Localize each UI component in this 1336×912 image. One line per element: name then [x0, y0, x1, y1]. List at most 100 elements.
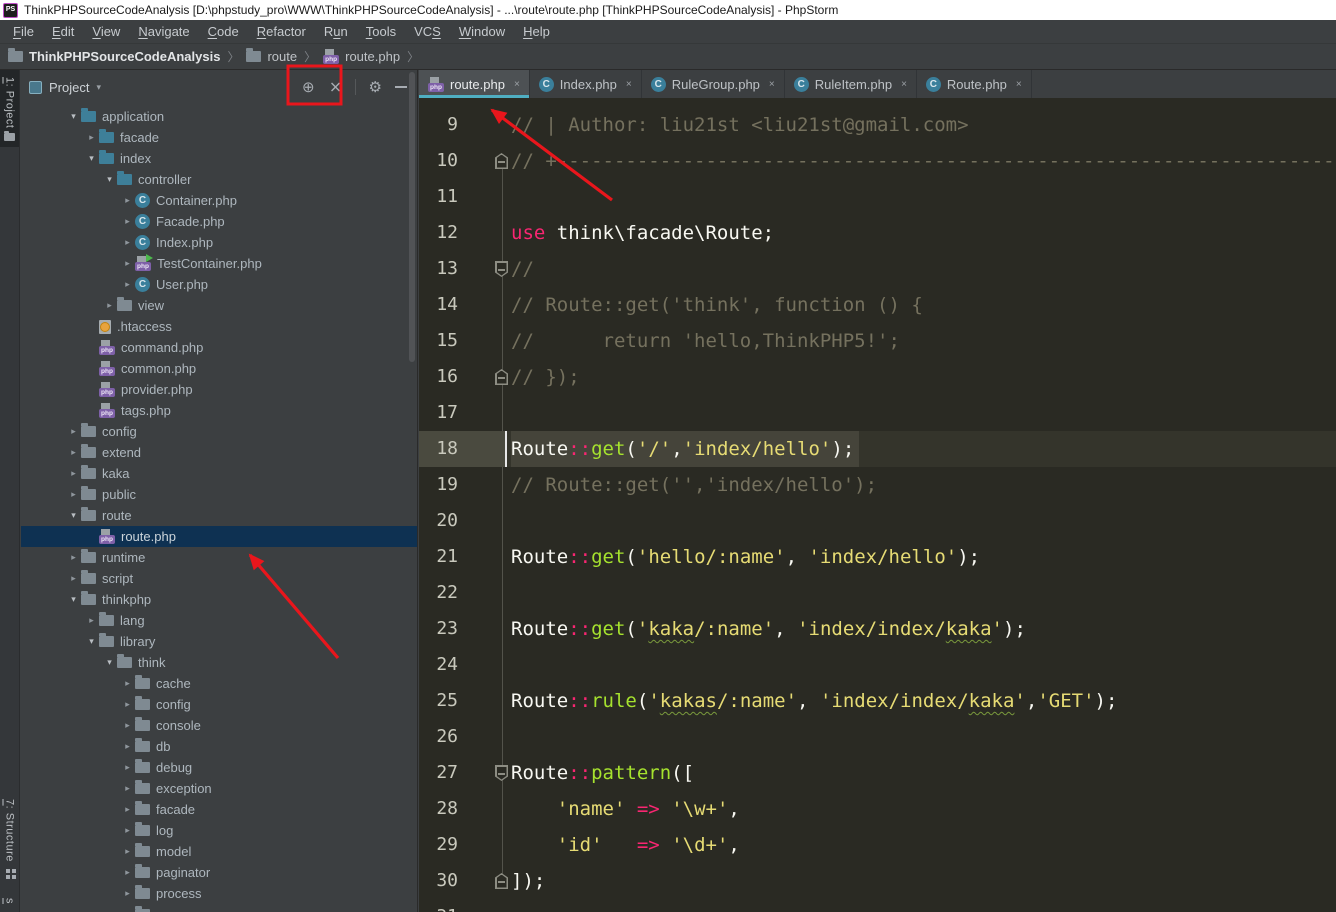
- collapsed-arrow-icon[interactable]: ▸: [120, 888, 135, 899]
- code-line-24[interactable]: 24: [419, 647, 1336, 683]
- expanded-arrow-icon[interactable]: ▾: [66, 510, 81, 521]
- tree-item-container-php[interactable]: ▸CContainer.php: [21, 190, 417, 211]
- code-line-13[interactable]: 13//: [419, 251, 1336, 287]
- code-area[interactable]: 9// | Author: liu21st <liu21st@gmail.com…: [419, 98, 1336, 912]
- collapsed-arrow-icon[interactable]: ▸: [120, 741, 135, 752]
- breadcrumb-item-route.php[interactable]: phproute.php: [323, 49, 400, 64]
- tree-item-testcontainer-php[interactable]: ▸phpTestContainer.php: [21, 253, 417, 274]
- project-panel-title[interactable]: Project: [49, 80, 89, 95]
- settings-icon[interactable]: ⚙: [369, 80, 382, 95]
- collapsed-arrow-icon[interactable]: ▸: [120, 258, 135, 269]
- menu-view[interactable]: View: [83, 20, 129, 44]
- editor-tab-rulegroup.php[interactable]: CRuleGroup.php×: [642, 70, 785, 98]
- line-number[interactable]: 23: [419, 611, 458, 647]
- line-number[interactable]: 18: [419, 431, 505, 467]
- fold-marker-icon[interactable]: [495, 261, 508, 277]
- tree-item-config[interactable]: ▸config: [21, 694, 417, 715]
- line-number[interactable]: 14: [419, 287, 458, 323]
- code-line-31[interactable]: 31: [419, 899, 1336, 912]
- tree-item-script[interactable]: ▸script: [21, 568, 417, 589]
- code-line-30[interactable]: 30]);: [419, 863, 1336, 899]
- collapse-all-icon[interactable]: [328, 80, 342, 94]
- close-tab-icon[interactable]: ×: [769, 79, 775, 90]
- tree-item-paginator[interactable]: ▸paginator: [21, 862, 417, 883]
- menu-code[interactable]: Code: [199, 20, 248, 44]
- collapsed-arrow-icon[interactable]: ▸: [120, 720, 135, 731]
- tree-item-tags-php[interactable]: phptags.php: [21, 400, 417, 421]
- collapsed-arrow-icon[interactable]: ▸: [120, 195, 135, 206]
- tree-item-debug[interactable]: ▸debug: [21, 757, 417, 778]
- menu-refactor[interactable]: Refactor: [248, 20, 315, 44]
- code-line-10[interactable]: 10// +----------------------------------…: [419, 143, 1336, 179]
- tree-item-index-php[interactable]: ▸CIndex.php: [21, 232, 417, 253]
- code-line-16[interactable]: 16// });: [419, 359, 1336, 395]
- collapsed-arrow-icon[interactable]: ▸: [120, 825, 135, 836]
- collapsed-arrow-icon[interactable]: ▸: [120, 678, 135, 689]
- expanded-arrow-icon[interactable]: ▾: [84, 636, 99, 647]
- line-number[interactable]: 13: [419, 251, 458, 287]
- line-number[interactable]: 17: [419, 395, 458, 431]
- code-line-29[interactable]: 29 'id' => '\d+',: [419, 827, 1336, 863]
- close-tab-icon[interactable]: ×: [1016, 79, 1022, 90]
- code-line-28[interactable]: 28 'name' => '\w+',: [419, 791, 1336, 827]
- tree-item-runtime[interactable]: ▸runtime: [21, 547, 417, 568]
- collapsed-arrow-icon[interactable]: ▸: [66, 426, 81, 437]
- tree-item-view[interactable]: ▸view: [21, 295, 417, 316]
- line-number[interactable]: 31: [419, 899, 458, 912]
- tree-item-kaka[interactable]: ▸kaka: [21, 463, 417, 484]
- tree-item-model[interactable]: ▸model: [21, 841, 417, 862]
- collapsed-arrow-icon[interactable]: ▸: [66, 447, 81, 458]
- close-tab-icon[interactable]: ×: [901, 79, 907, 90]
- collapsed-arrow-icon[interactable]: ▸: [120, 783, 135, 794]
- line-number[interactable]: 9: [419, 107, 458, 143]
- code-line-19[interactable]: 19// Route::get('','index/hello');: [419, 467, 1336, 503]
- editor-tab-route.php[interactable]: CRoute.php×: [917, 70, 1032, 98]
- collapsed-arrow-icon[interactable]: ▸: [120, 237, 135, 248]
- editor-tab-index.php[interactable]: CIndex.php×: [530, 70, 642, 98]
- code-line-9[interactable]: 9// | Author: liu21st <liu21st@gmail.com…: [419, 107, 1336, 143]
- tree-item-provider-php[interactable]: phpprovider.php: [21, 379, 417, 400]
- fold-marker-icon[interactable]: [495, 153, 508, 169]
- code-line-23[interactable]: 23Route::get('kaka/:name', 'index/index/…: [419, 611, 1336, 647]
- line-number[interactable]: 12: [419, 215, 458, 251]
- breadcrumb-item-route[interactable]: route: [246, 49, 297, 64]
- collapsed-arrow-icon[interactable]: ▸: [84, 132, 99, 143]
- tree-item-user-php[interactable]: ▸CUser.php: [21, 274, 417, 295]
- code-line-17[interactable]: 17: [419, 395, 1336, 431]
- tree-item-controller[interactable]: ▾controller: [21, 169, 417, 190]
- line-number[interactable]: 27: [419, 755, 458, 791]
- line-number[interactable]: 19: [419, 467, 458, 503]
- expanded-arrow-icon[interactable]: ▾: [102, 657, 117, 668]
- tree-item-facade[interactable]: ▸facade: [21, 127, 417, 148]
- line-number[interactable]: 30: [419, 863, 458, 899]
- fold-marker-icon[interactable]: [495, 765, 508, 781]
- collapsed-arrow-icon[interactable]: ▸: [120, 846, 135, 857]
- menu-tools[interactable]: Tools: [357, 20, 405, 44]
- fold-marker-icon[interactable]: [495, 873, 508, 889]
- tree-item-exception[interactable]: ▸exception: [21, 778, 417, 799]
- chevron-down-icon[interactable]: ▾: [96, 82, 101, 93]
- code-line-12[interactable]: 12use think\facade\Route;: [419, 215, 1336, 251]
- stripe-button-7-structure[interactable]: 7: Structure: [0, 792, 19, 884]
- tree-item-route-php[interactable]: phproute.php: [21, 526, 417, 547]
- expanded-arrow-icon[interactable]: ▾: [102, 174, 117, 185]
- menu-window[interactable]: Window: [450, 20, 514, 44]
- tree-item-think[interactable]: ▾think: [21, 652, 417, 673]
- menu-help[interactable]: Help: [514, 20, 559, 44]
- code-line-15[interactable]: 15// return 'hello,ThinkPHP5!';: [419, 323, 1336, 359]
- collapsed-arrow-icon[interactable]: ▸: [66, 573, 81, 584]
- editor-tab-route.php[interactable]: phproute.php×: [419, 70, 530, 98]
- locate-icon[interactable]: ⊕: [302, 80, 315, 95]
- expanded-arrow-icon[interactable]: ▾: [84, 153, 99, 164]
- tree-item-index[interactable]: ▾index: [21, 148, 417, 169]
- line-number[interactable]: 24: [419, 647, 458, 683]
- line-number[interactable]: 11: [419, 179, 458, 215]
- tree-item-console[interactable]: ▸console: [21, 715, 417, 736]
- menu-file[interactable]: File: [4, 20, 43, 44]
- tree-item-db[interactable]: ▸db: [21, 736, 417, 757]
- hide-panel-icon[interactable]: [395, 86, 407, 88]
- collapsed-arrow-icon[interactable]: ▸: [120, 279, 135, 290]
- tree-item-response[interactable]: ▸response: [21, 904, 417, 912]
- tree-item-public[interactable]: ▸public: [21, 484, 417, 505]
- tree-item-process[interactable]: ▸process: [21, 883, 417, 904]
